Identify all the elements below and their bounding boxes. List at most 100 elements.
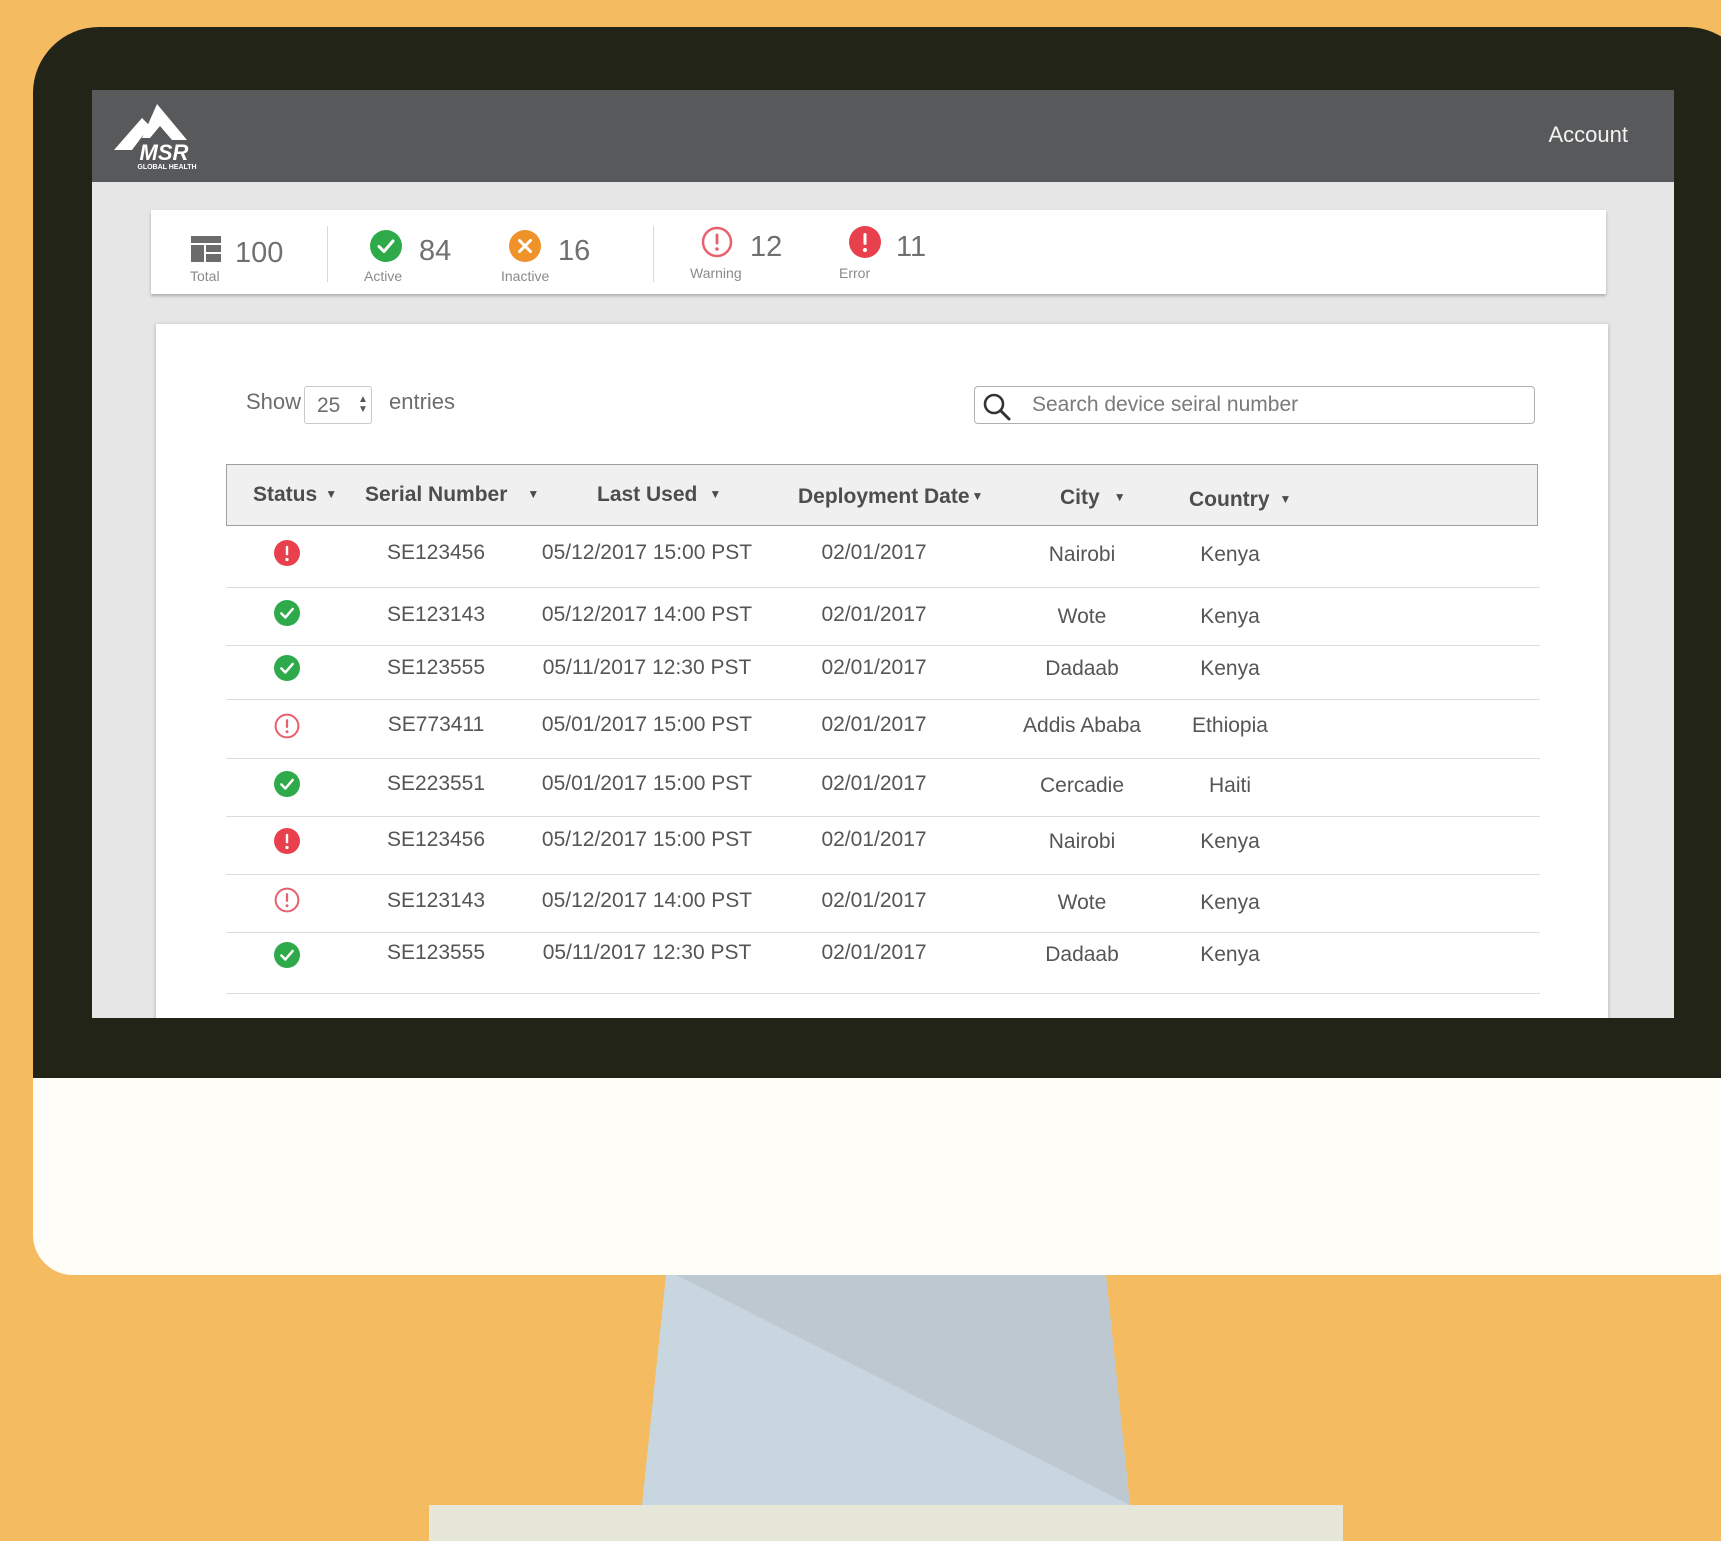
- active-status-icon: [274, 654, 300, 681]
- status-cell: [274, 942, 300, 973]
- status-cell: [274, 654, 300, 686]
- stat-inactive[interactable]: 16 Inactive: [501, 210, 611, 294]
- stat-error-value: 11: [896, 231, 927, 263]
- column-header-deployment-date[interactable]: Deployment Date ▼: [798, 485, 983, 509]
- app-screen: MSR GLOBAL HEALTH Account 100 Total 84 A…: [92, 90, 1674, 1018]
- column-header-country[interactable]: Country ▼: [1189, 488, 1291, 512]
- stat-inactive-value: 16: [558, 235, 591, 267]
- cell-deployment: 02/01/2017: [821, 712, 927, 736]
- search-box[interactable]: [974, 386, 1535, 424]
- cell-country: Haiti: [1208, 773, 1252, 797]
- stat-divider: [327, 226, 328, 282]
- cell-serial: SE123555: [386, 655, 486, 679]
- table-row[interactable]: SE773411 05/01/2017 15:00 PST 02/01/2017 Ad…: [226, 701, 1540, 759]
- monitor-stand: [642, 1275, 1130, 1505]
- cell-deployment: 02/01/2017: [821, 828, 927, 851]
- table-row[interactable]: SE123456 05/12/2017 15:00 PST 02/01/2017 Na…: [226, 816, 1540, 875]
- stat-active-label: Active: [364, 268, 403, 284]
- devices-table-card: Show 25 ▲▼ entries Status ▼ Serial Number…: [156, 324, 1608, 1018]
- active-status-icon: [274, 599, 300, 626]
- column-header-last-used[interactable]: Last Used ▼: [597, 483, 721, 507]
- status-summary-bar: 100 Total 84 Active 16 Inactive 12 Warni…: [151, 210, 1606, 294]
- error-status-icon: [274, 539, 300, 566]
- entries-per-page-select[interactable]: 25 ▲ ▼: [304, 386, 372, 424]
- status-cell: [274, 770, 300, 802]
- table-row[interactable]: SE123143 05/12/2017 14:00 PST 02/01/2017 Wo…: [226, 588, 1540, 646]
- sort-caret-icon: ▼: [1113, 490, 1126, 504]
- cell-serial: SE223551: [386, 771, 486, 795]
- column-header-serial-number[interactable]: Serial Number ▼: [365, 483, 539, 507]
- monitor-chin: [33, 1078, 1721, 1275]
- cell-country: Kenya: [1200, 943, 1260, 966]
- alert-filled-icon: [849, 226, 881, 258]
- column-header-status[interactable]: Status ▼: [253, 483, 337, 507]
- table-row[interactable]: SE223551 05/01/2017 15:00 PST 02/01/2017 Ce…: [226, 759, 1540, 817]
- check-circle-icon: [370, 230, 402, 262]
- column-header-label: Country: [1189, 488, 1270, 511]
- sort-caret-icon: ▼: [709, 487, 722, 501]
- warning-status-icon: [274, 713, 300, 738]
- entries-label: entries: [389, 389, 456, 414]
- active-status-icon: [274, 942, 300, 968]
- stat-error[interactable]: 11 Error: [839, 210, 949, 294]
- cell-city: Cercadie: [1039, 773, 1125, 797]
- table-row[interactable]: SE123143 05/12/2017 14:00 PST 02/01/2017 Wo…: [226, 875, 1540, 933]
- cell-serial: SE123456: [386, 540, 486, 564]
- stat-warning-value: 12: [750, 231, 783, 263]
- cell-deployment: 02/01/2017: [821, 655, 927, 679]
- cell-city: Dadaab: [1045, 656, 1119, 680]
- table-row[interactable]: SE123456 05/12/2017 15:00 PST 02/01/2017 Na…: [226, 526, 1540, 588]
- cell-country: Kenya: [1200, 830, 1260, 853]
- alert-outline-icon: [701, 226, 733, 258]
- cell-serial: SE123456: [386, 828, 486, 851]
- warning-status-icon: [274, 887, 300, 912]
- cell-city: Addis Ababa: [1023, 713, 1141, 737]
- cell-last-used: 05/01/2017 15:00 PST: [541, 771, 753, 795]
- x-circle-icon: [509, 230, 541, 262]
- status-cell: [274, 539, 300, 571]
- sort-caret-icon: ▼: [971, 489, 984, 503]
- search-input[interactable]: [1030, 390, 1514, 420]
- cell-deployment: 02/01/2017: [821, 771, 927, 795]
- stat-active[interactable]: 84 Active: [361, 210, 471, 294]
- account-link[interactable]: Account: [1549, 122, 1629, 148]
- cell-city: Dadaab: [1045, 943, 1119, 966]
- cell-deployment: 02/01/2017: [821, 540, 927, 564]
- cell-last-used: 05/11/2017 12:30 PST: [542, 941, 752, 964]
- table-row[interactable]: SE123555 05/11/2017 12:30 PST 02/01/2017 Da…: [226, 933, 1540, 994]
- cell-country: Kenya: [1200, 656, 1260, 680]
- column-header-label: Serial Number: [365, 483, 508, 506]
- cell-serial: SE123143: [386, 888, 486, 912]
- cell-country: Kenya: [1200, 890, 1260, 914]
- sort-caret-icon: ▼: [527, 487, 540, 501]
- msr-logo[interactable]: MSR GLOBAL HEALTH: [112, 102, 212, 172]
- table-icon: [191, 236, 221, 262]
- table-row[interactable]: SE123555 05/11/2017 12:30 PST 02/01/2017 Da…: [226, 644, 1540, 700]
- cell-deployment: 02/01/2017: [821, 888, 927, 912]
- status-cell: [274, 713, 300, 744]
- cell-last-used: 05/11/2017 12:30 PST: [542, 655, 752, 679]
- column-header-label: Status: [253, 483, 318, 506]
- select-stepper-icon: ▲ ▼: [358, 394, 368, 415]
- cell-country: Ethiopia: [1192, 713, 1268, 737]
- cell-serial: SE123555: [386, 941, 486, 964]
- cell-last-used: 05/12/2017 14:00 PST: [541, 888, 753, 912]
- stat-error-label: Error: [839, 265, 871, 281]
- column-header-label: City: [1060, 486, 1100, 509]
- sort-caret-icon: ▼: [325, 487, 338, 501]
- stat-total[interactable]: 100 Total: [181, 210, 291, 294]
- column-header-city[interactable]: City ▼: [1060, 486, 1126, 510]
- status-cell: [274, 599, 300, 631]
- status-cell: [274, 887, 300, 918]
- cell-last-used: 05/12/2017 14:00 PST: [541, 602, 753, 626]
- stat-divider: [653, 226, 654, 282]
- cell-last-used: 05/12/2017 15:00 PST: [541, 540, 753, 564]
- cell-deployment: 02/01/2017: [821, 941, 927, 964]
- stat-warning[interactable]: 12 Warning: [689, 210, 799, 294]
- cell-last-used: 05/01/2017 15:00 PST: [541, 712, 753, 736]
- stat-warning-label: Warning: [690, 265, 742, 281]
- top-navigation-bar: MSR GLOBAL HEALTH Account: [92, 90, 1674, 182]
- cell-last-used: 05/12/2017 15:00 PST: [541, 828, 753, 851]
- stat-total-value: 100: [235, 237, 284, 269]
- active-status-icon: [274, 770, 300, 797]
